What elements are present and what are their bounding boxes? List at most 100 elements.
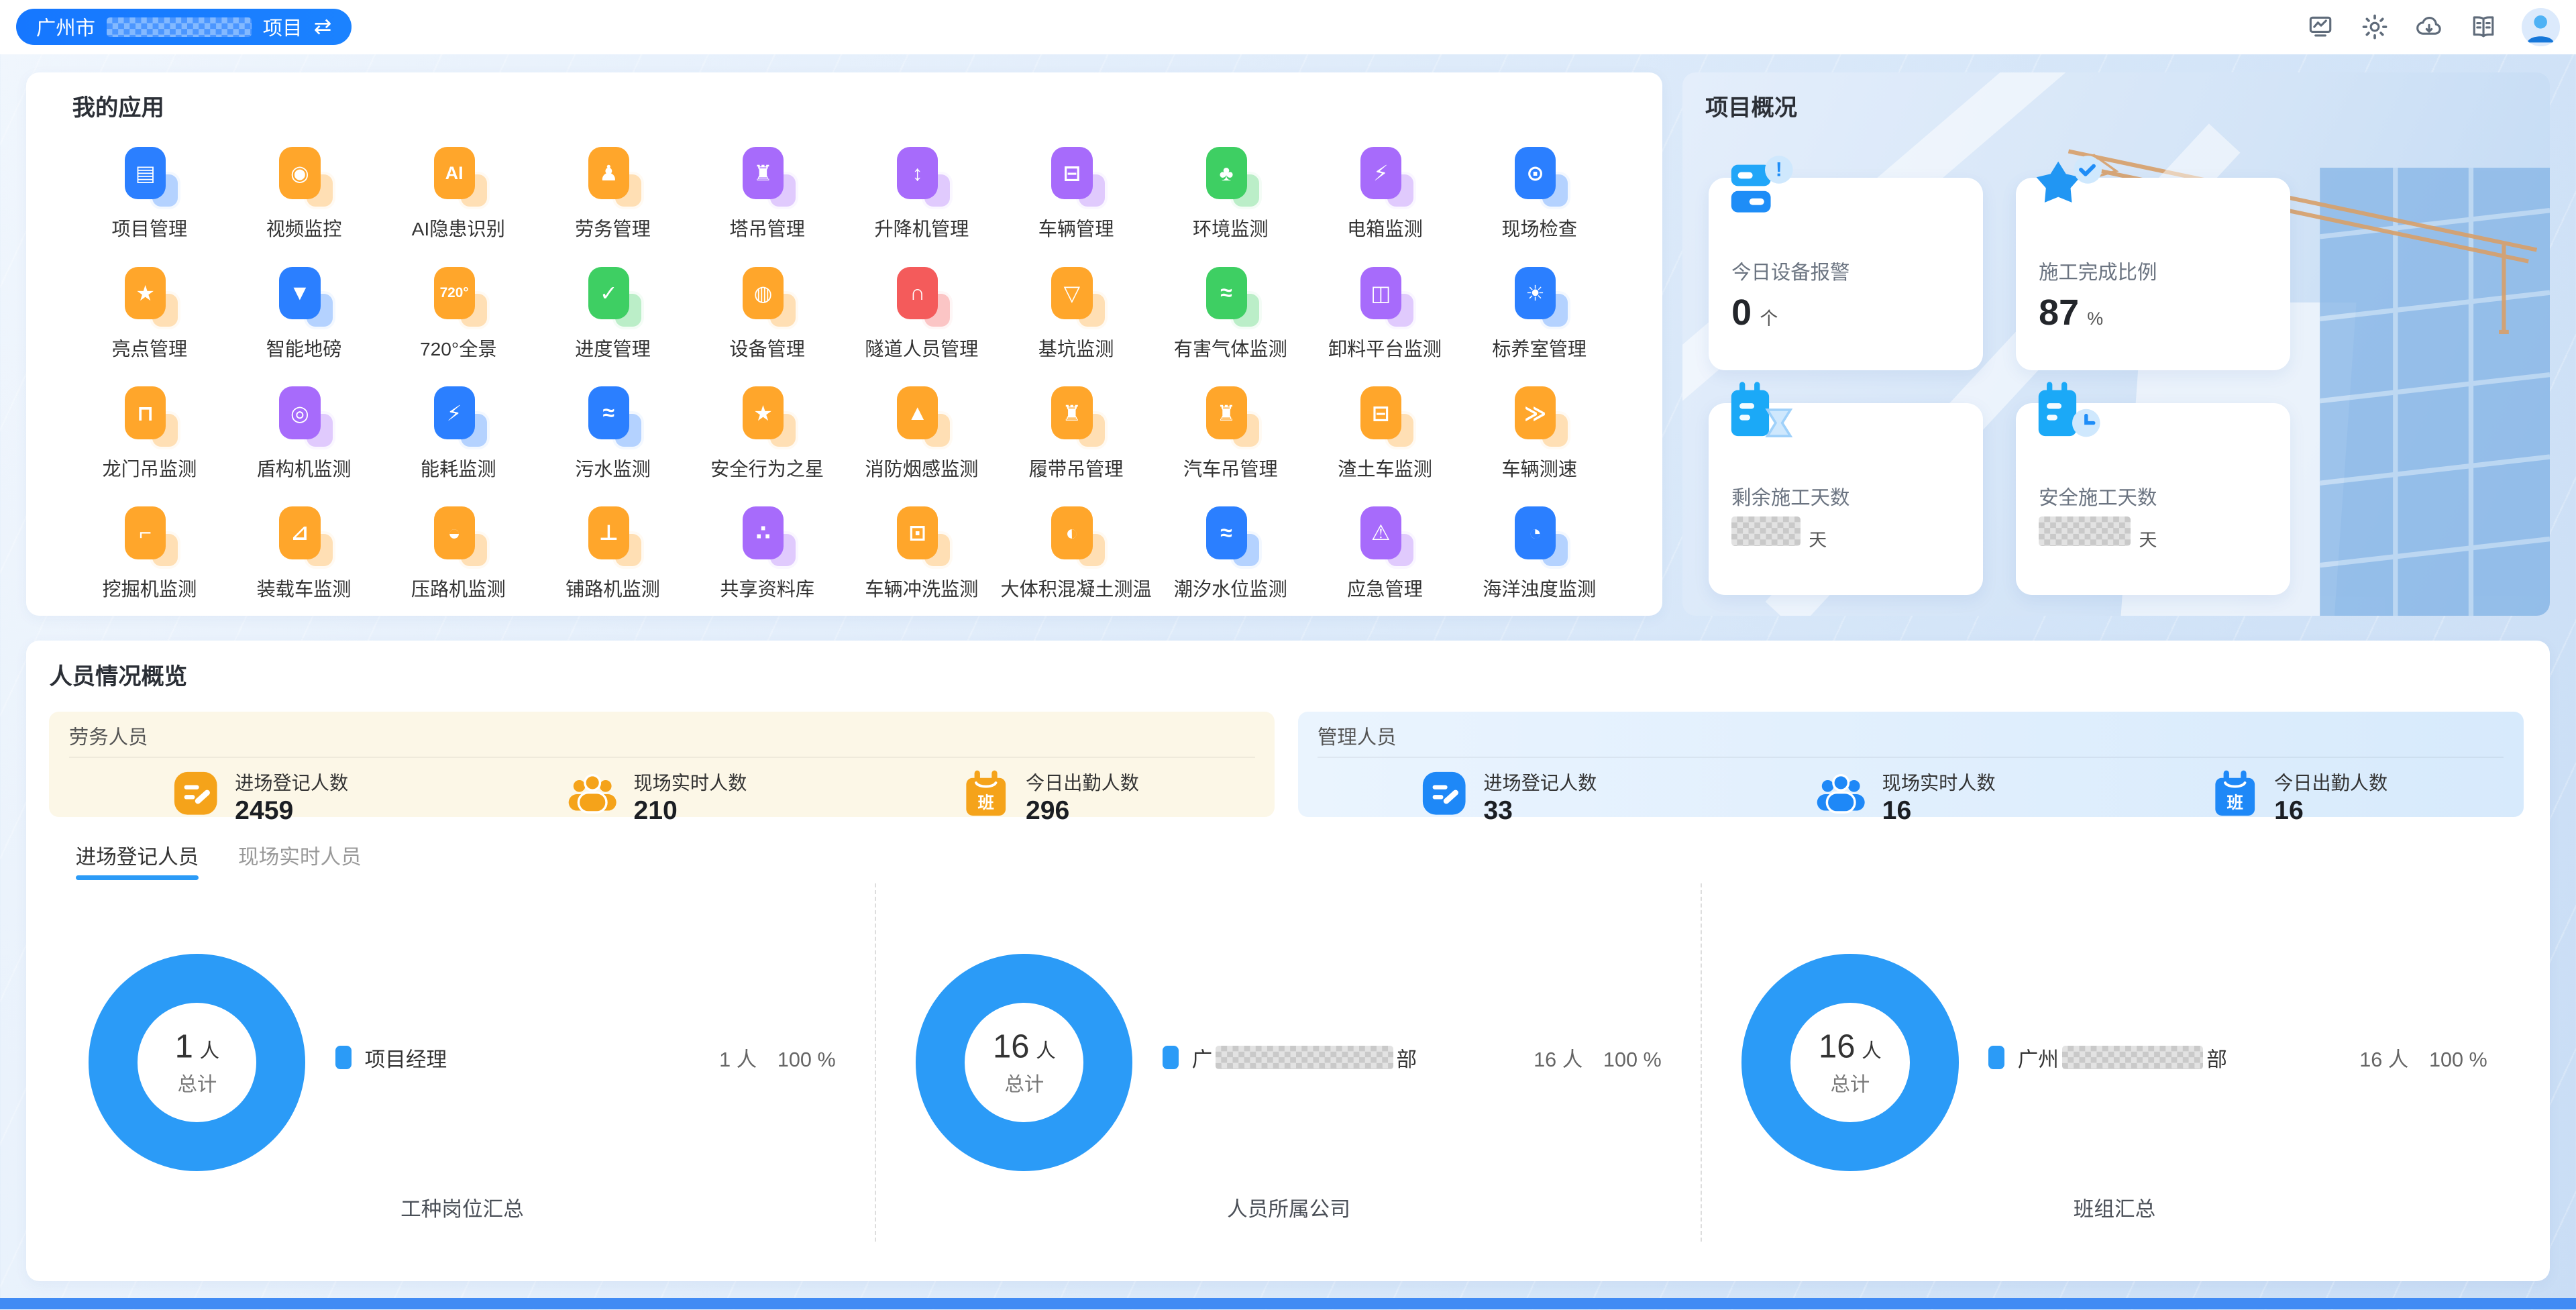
overview-card-label: 安全施工天数 — [2039, 482, 2267, 510]
app-glyph: ◎ — [290, 400, 309, 426]
app-item-vehicle[interactable]: ⊟车辆管理 — [999, 144, 1153, 264]
app-item-power-box[interactable]: ⚡电箱监测 — [1307, 144, 1462, 264]
stat-label: 今日出勤人数 — [2274, 768, 2387, 796]
legend-label-text: 项目经理 — [365, 1042, 447, 1073]
donut-total: 1人 — [175, 1028, 219, 1065]
donut-total-label: 总计 — [1819, 1069, 1882, 1097]
manual-icon[interactable] — [2467, 11, 2499, 43]
loader-icon: ⊿ — [271, 503, 337, 569]
project-overview-cards: !今日设备报警0个施工完成比例87%剩余施工天数天安全施工天数天 — [1709, 178, 2290, 595]
app-label: 隧道人员管理 — [865, 334, 978, 362]
app-item-pit-monitor[interactable]: ▽基坑监测 — [999, 264, 1153, 384]
app-item-emergency[interactable]: ⚠应急管理 — [1307, 503, 1462, 616]
app-item-ai-hazard[interactable]: AIAI隐患识别 — [381, 144, 535, 264]
app-item-tunnel-staff[interactable]: ∩隧道人员管理 — [845, 264, 999, 384]
app-label: 项目管理 — [112, 214, 188, 241]
tab-onsite-realtime[interactable]: 现场实时人员 — [238, 840, 362, 880]
app-item-energy[interactable]: ⚡能耗监测 — [381, 384, 535, 504]
stat-label: 进场登记人数 — [1483, 768, 1597, 796]
unloading-platform-icon: ◫ — [1352, 264, 1417, 329]
redacted-value — [2039, 516, 2131, 546]
overview-card-3: 剩余施工天数天 — [1709, 403, 1983, 596]
chart-caption: 工种岗位汇总 — [49, 1192, 875, 1222]
settings-icon[interactable] — [2359, 11, 2391, 43]
app-item-unloading-platform[interactable]: ◫卸料平台监测 — [1307, 264, 1462, 384]
app-item-cctv[interactable]: ◉视频监控 — [227, 144, 381, 264]
user-avatar[interactable] — [2522, 8, 2559, 46]
monitor-icon[interactable] — [2305, 11, 2337, 43]
app-glyph: AI — [445, 163, 464, 184]
people-icon — [566, 772, 619, 822]
app-item-project-folder[interactable]: ▤项目管理 — [72, 144, 227, 264]
cloud-download-icon[interactable] — [2414, 11, 2445, 43]
app-item-highlight[interactable]: ★亮点管理 — [72, 264, 227, 384]
labor-worker-icon: ♟ — [580, 144, 645, 209]
app-item-equipment[interactable]: ◍设备管理 — [690, 264, 845, 384]
app-item-weighbridge[interactable]: ▼智能地磅 — [227, 264, 381, 384]
donut-total: 16人 — [1819, 1028, 1882, 1065]
app-label: 劳务管理 — [575, 214, 651, 241]
donut-chart: 16人总计 — [916, 954, 1132, 1170]
app-item-schedule[interactable]: ✓进度管理 — [535, 264, 690, 384]
app-glyph: ⚠ — [1371, 520, 1391, 545]
app-item-gas-monitor[interactable]: ≈有害气体监测 — [1153, 264, 1307, 384]
app-label: 污水监测 — [575, 454, 651, 482]
app-glyph: ▲ — [907, 400, 928, 425]
legend-marker — [1988, 1046, 2004, 1069]
equipment-icon: ◍ — [735, 264, 800, 329]
crawler-crane-icon: ♜ — [1043, 384, 1109, 449]
app-glyph: ▽ — [1064, 280, 1080, 306]
group-name: 管理人员 — [1318, 722, 2504, 758]
app-item-speed[interactable]: ≫车辆测速 — [1462, 384, 1617, 504]
app-glyph: ⌐ — [139, 521, 152, 545]
app-item-vehicle-wash[interactable]: ⊡车辆冲洗监测 — [845, 503, 999, 616]
star-check-icon — [2032, 152, 2108, 224]
app-item-truck-crane[interactable]: ♜汽车吊管理 — [1153, 384, 1307, 504]
app-label: 履带吊管理 — [1029, 454, 1124, 482]
legend-marker — [335, 1046, 352, 1069]
app-item-environment[interactable]: ♣环境监测 — [1153, 144, 1307, 264]
app-item-panorama[interactable]: 720° 720°全景 — [381, 264, 535, 384]
app-label: 720°全景 — [420, 334, 497, 362]
donut-total-number: 1 — [175, 1028, 193, 1065]
app-item-labor-worker[interactable]: ♟ 劳务管理 — [535, 144, 690, 264]
app-item-loader[interactable]: ⊿装载车监测 — [227, 503, 381, 616]
tab-entry-registered[interactable]: 进场登记人员 — [76, 840, 199, 880]
donut-total-label: 总计 — [993, 1069, 1056, 1097]
legend-label-text: 广 — [1192, 1042, 1213, 1073]
overview-card-label: 剩余施工天数 — [1731, 482, 1960, 510]
app-item-excavator[interactable]: ⌐挖掘机监测 — [72, 503, 227, 616]
speed-icon: ≫ — [1507, 384, 1572, 449]
emergency-icon: ⚠ — [1352, 503, 1417, 569]
project-switcher-button[interactable]: 广州市 项目 ⇄ — [16, 9, 351, 45]
app-item-muck-truck[interactable]: ⊟渣土车监测 — [1307, 384, 1462, 504]
app-label: 升降机管理 — [874, 214, 969, 241]
app-item-ocean-turbidity[interactable]: ◔海洋浊度监测 — [1462, 503, 1617, 616]
app-item-hoist[interactable]: ↕升降机管理 — [845, 144, 999, 264]
app-item-site-inspect[interactable]: ⊙现场检查 — [1462, 144, 1617, 264]
app-item-shared-library[interactable]: ∴共享资料库 — [690, 503, 845, 616]
app-item-roller[interactable]: ◒压路机监测 — [381, 503, 535, 616]
app-item-curing-room[interactable]: ☀标养室管理 — [1462, 264, 1617, 384]
app-item-gantry-crane[interactable]: ⊓龙门吊监测 — [72, 384, 227, 504]
main-content: 我的应用 ▤项目管理◉视频监控AIAI隐患识别♟劳务管理♜塔吊管理↕升降机管理⊟… — [0, 54, 2576, 1281]
chart-caption: 人员所属公司 — [876, 1192, 1701, 1222]
curing-room-icon: ☀ — [1507, 264, 1572, 329]
app-glyph: 720° — [440, 285, 469, 301]
app-label: 车辆冲洗监测 — [865, 574, 978, 602]
app-item-concrete-temp[interactable]: ◐大体积混凝土测温 — [999, 503, 1153, 616]
app-glyph: ♟ — [599, 160, 619, 186]
app-item-safety-star[interactable]: ★安全行为之星 — [690, 384, 845, 504]
horizontal-scrollbar[interactable] — [0, 1298, 2576, 1309]
app-item-tower-crane[interactable]: ♜塔吊管理 — [690, 144, 845, 264]
app-item-paver[interactable]: ⊥铺路机监测 — [535, 503, 690, 616]
app-item-shield-machine[interactable]: ◎盾构机监测 — [227, 384, 381, 504]
app-item-tide-level[interactable]: ≈潮汐水位监测 — [1153, 503, 1307, 616]
legend-label-redacted — [2062, 1046, 2204, 1069]
app-label: 海洋浊度监测 — [1483, 574, 1596, 602]
app-item-smoke-detector[interactable]: ▲消防烟感监测 — [845, 384, 999, 504]
app-item-crawler-crane[interactable]: ♜ 履带吊管理 — [999, 384, 1153, 504]
app-label: 进度管理 — [575, 334, 651, 362]
app-item-sewage[interactable]: ≈污水监测 — [535, 384, 690, 504]
overview-card-unit: 天 — [2139, 525, 2157, 551]
